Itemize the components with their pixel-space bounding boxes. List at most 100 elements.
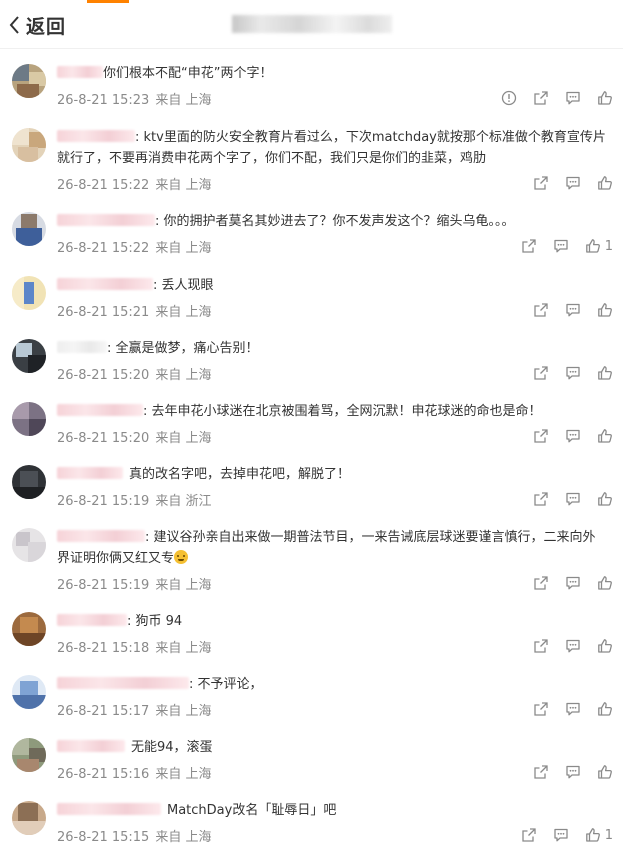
comment-actions [517,427,613,445]
avatar[interactable] [12,64,46,98]
share-icon[interactable] [533,701,549,717]
username-redacted[interactable] [57,404,143,416]
like-icon[interactable] [585,238,601,254]
comment-location: 来自 上海 [155,368,212,383]
comment-content: : 狗币 94 [127,614,183,629]
username-redacted[interactable] [57,740,125,752]
avatar[interactable] [12,402,46,436]
share-icon[interactable] [533,90,549,106]
comment-meta: 26-8-21 15:20 来自 上海 [57,427,211,446]
share-icon[interactable] [533,638,549,654]
comment-content: : 不予评论， [189,677,263,692]
like-icon[interactable] [597,90,613,106]
comment-content: 你们根本不配“申花”两个字！ [103,66,273,81]
share-icon[interactable] [533,365,549,381]
comment-meta: 26-8-21 15:15 来自 上海 [57,826,211,845]
comment-actions: 1 [505,237,613,255]
comment-date: 26-8-21 15:19 [57,494,150,509]
like-icon[interactable] [597,764,613,780]
comment-meta: 26-8-21 15:16 来自 上海 [57,763,211,782]
comment-icon[interactable] [553,827,569,843]
like-icon[interactable] [597,365,613,381]
username-redacted[interactable] [57,467,123,479]
like-icon[interactable] [597,302,613,318]
comment-text: : 去年申花小球迷在北京被围着骂，全网沉默！申花球迷的命也是命！ [57,401,607,422]
comment-icon[interactable] [565,491,581,507]
comment-text: : ktv里面的防火安全教育片看过么，下次matchday就按那个标准做个教育宣… [57,127,607,169]
share-icon[interactable] [533,575,549,591]
comment-text: : 不予评论， [57,674,607,695]
comment-text: : 全赢是做梦，痛心告别！ [57,338,607,359]
comment-icon[interactable] [565,175,581,191]
comment-actions [517,700,613,718]
avatar[interactable] [12,128,46,162]
comment-icon[interactable] [565,764,581,780]
comment-text: : 建议谷孙亲自出来做一期普法节目，一来告诫底层球迷要谨言慎行，二来向外界证明你… [57,527,607,569]
avatar[interactable] [12,465,46,499]
comment-icon[interactable] [565,365,581,381]
avatar[interactable] [12,528,46,562]
avatar[interactable] [12,339,46,373]
comment-meta: 26-8-21 15:22 来自 上海 [57,174,211,193]
comment-location: 来自 上海 [155,241,212,256]
comment-content: 无能94，滚蛋 [131,740,213,755]
share-icon[interactable] [521,827,537,843]
comment-icon[interactable] [553,238,569,254]
report-icon[interactable] [501,90,517,106]
username-redacted[interactable] [57,614,127,626]
like-icon[interactable] [597,491,613,507]
comment-actions [517,174,613,192]
username-redacted[interactable] [57,130,135,142]
avatar[interactable] [12,675,46,709]
like-icon[interactable] [597,175,613,191]
username-redacted[interactable] [57,214,155,226]
comment-date: 26-8-21 15:17 [57,704,150,719]
share-icon[interactable] [533,175,549,191]
tab-indicator [87,0,129,3]
comment-actions [485,89,613,107]
comment-icon[interactable] [565,575,581,591]
like-icon[interactable] [597,428,613,444]
share-icon[interactable] [533,491,549,507]
like-icon[interactable] [597,701,613,717]
username-redacted[interactable] [57,278,153,290]
like-count: 1 [604,827,613,843]
comment-actions: 1 [505,826,613,844]
comment-content: : ktv里面的防火安全教育片看过么，下次matchday就按那个标准做个教育宣… [57,130,606,166]
back-button[interactable]: 返回 [8,12,66,38]
username-redacted[interactable] [57,677,189,689]
comment-date: 26-8-21 15:21 [57,305,150,320]
comment-location: 来自 上海 [155,767,212,782]
comment-meta: 26-8-21 15:20 来自 上海 [57,364,211,383]
comment-meta: 26-8-21 15:17 来自 上海 [57,700,211,719]
comment-icon[interactable] [565,701,581,717]
like-icon[interactable] [597,575,613,591]
comment-icon[interactable] [565,638,581,654]
comment-icon[interactable] [565,90,581,106]
username-redacted[interactable] [57,530,145,542]
top-bar: 返回 [0,0,623,49]
comment-icon[interactable] [565,302,581,318]
username-redacted[interactable] [57,341,107,353]
comment-date: 26-8-21 15:20 [57,431,150,446]
comment-meta: 26-8-21 15:19 来自 上海 [57,574,211,593]
share-icon[interactable] [533,428,549,444]
share-icon[interactable] [533,764,549,780]
avatar[interactable] [12,738,46,772]
avatar[interactable] [12,612,46,646]
share-icon[interactable] [521,238,537,254]
like-icon[interactable] [585,827,601,843]
avatar[interactable] [12,801,46,835]
username-redacted[interactable] [57,803,161,815]
like-icon[interactable] [597,638,613,654]
comment-meta: 26-8-21 15:23 来自 上海 [57,89,211,108]
share-icon[interactable] [533,302,549,318]
avatar[interactable] [12,212,46,246]
avatar[interactable] [12,276,46,310]
comment-date: 26-8-21 15:15 [57,830,150,845]
back-label: 返回 [26,15,67,38]
username-redacted[interactable] [57,66,103,78]
comment-icon[interactable] [565,428,581,444]
comment-date: 26-8-21 15:18 [57,641,150,656]
comment-content: MatchDay改名「耻辱日」吧 [167,803,337,818]
